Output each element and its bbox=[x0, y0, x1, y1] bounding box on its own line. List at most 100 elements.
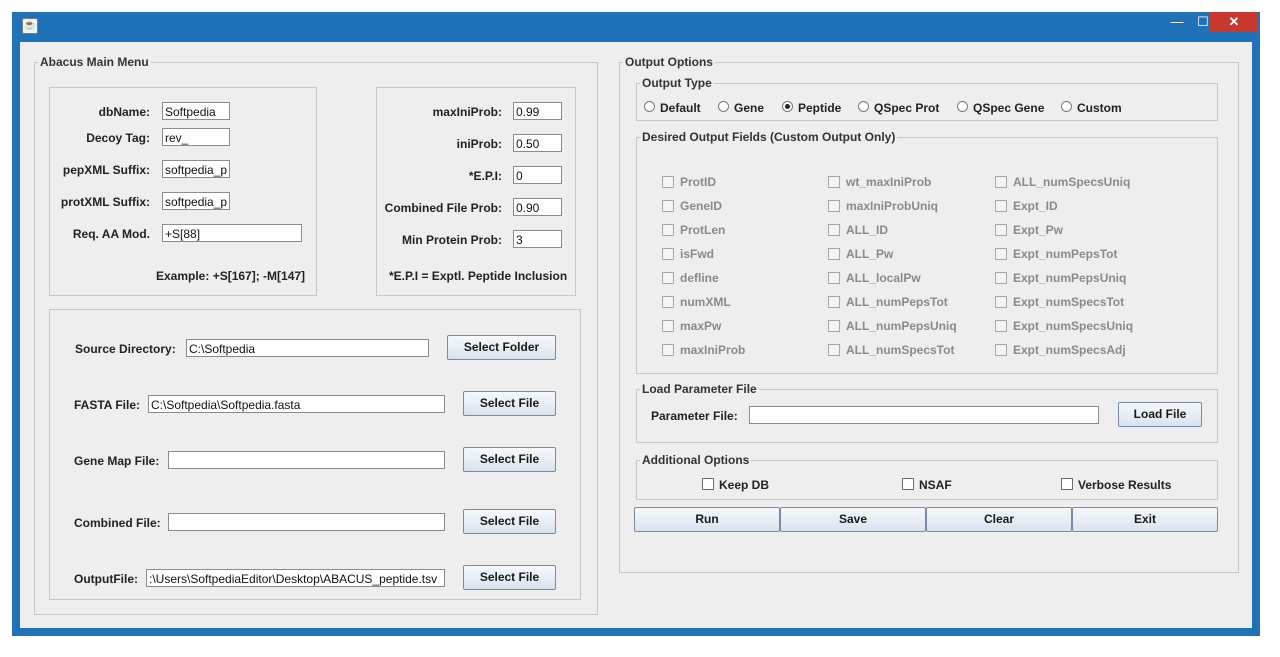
output-field-checkbox[interactable] bbox=[662, 224, 674, 236]
protxml-suffix-input[interactable]: softpedia_p bbox=[162, 192, 230, 210]
exit-button[interactable]: Exit bbox=[1072, 507, 1218, 532]
iniprob-input[interactable]: 0.50 bbox=[513, 134, 562, 152]
output-field-checkbox[interactable] bbox=[995, 344, 1007, 356]
maxiniprob-label: maxIniProb: bbox=[432, 105, 502, 119]
title-bar[interactable]: ☕ — ☐ ✕ bbox=[12, 12, 1260, 42]
epi-note: *E.P.I = Exptl. Peptide Inclusion bbox=[389, 269, 568, 283]
combined-file-input[interactable] bbox=[168, 513, 445, 531]
output-field-label: maxIniProb bbox=[680, 343, 746, 357]
output-field-checkbox[interactable] bbox=[662, 200, 674, 212]
output-field-label: ALL_numSpecsTot bbox=[846, 343, 955, 357]
output-field-label: Expt_ID bbox=[1013, 199, 1058, 213]
output-type-radio-1[interactable] bbox=[718, 101, 729, 112]
output-type-label-2: Peptide bbox=[798, 101, 842, 115]
verbose-results-checkbox[interactable] bbox=[1061, 478, 1073, 490]
app-window: ☕ — ☐ ✕ Abacus Main Menu dbName: Softped… bbox=[12, 12, 1260, 636]
output-field-label: Expt_numSpecsAdj bbox=[1013, 343, 1126, 357]
output-field-checkbox[interactable] bbox=[995, 248, 1007, 260]
output-type-label-5: Custom bbox=[1077, 101, 1122, 115]
output-field-checkbox[interactable] bbox=[828, 176, 840, 188]
select-folder-button[interactable]: Select Folder bbox=[447, 335, 556, 360]
output-fields-panel bbox=[636, 137, 1218, 374]
output-field-label: Expt_Pw bbox=[1013, 223, 1064, 237]
output-field-label: ALL_localPw bbox=[846, 271, 921, 285]
window-client-area: Abacus Main Menu dbName: Softpedia Decoy… bbox=[20, 42, 1252, 628]
minimize-button[interactable]: — bbox=[1164, 12, 1190, 32]
nsaf-label: NSAF bbox=[919, 478, 952, 492]
parameter-file-input[interactable] bbox=[749, 406, 1099, 424]
output-options-title: Output Options bbox=[623, 55, 715, 69]
source-directory-input[interactable]: C:\Softpedia bbox=[186, 339, 429, 357]
parameter-file-label: Parameter File: bbox=[651, 409, 738, 423]
output-field-label: ALL_numPepsTot bbox=[846, 295, 948, 309]
maxiniprob-input[interactable]: 0.99 bbox=[513, 102, 562, 120]
output-field-label: isFwd bbox=[680, 247, 715, 261]
combined-file-prob-input[interactable]: 0.90 bbox=[513, 198, 562, 216]
output-field-label: maxPw bbox=[680, 319, 722, 333]
output-field-checkbox[interactable] bbox=[828, 320, 840, 332]
output-field-checkbox[interactable] bbox=[995, 320, 1007, 332]
close-button[interactable]: ✕ bbox=[1210, 12, 1258, 32]
output-field-checkbox[interactable] bbox=[662, 272, 674, 284]
select-combined-file-button[interactable]: Select File bbox=[463, 509, 556, 534]
output-type-label-1: Gene bbox=[734, 101, 765, 115]
output-field-checkbox[interactable] bbox=[995, 272, 1007, 284]
output-field-label: Expt_numPepsUniq bbox=[1013, 271, 1127, 285]
run-button[interactable]: Run bbox=[634, 507, 780, 532]
output-field-checkbox[interactable] bbox=[828, 296, 840, 308]
select-output-file-button[interactable]: Select File bbox=[463, 565, 556, 590]
source-directory-label: Source Directory: bbox=[75, 342, 176, 356]
output-type-label-4: QSpec Gene bbox=[973, 101, 1045, 115]
pepxml-suffix-label: pepXML Suffix: bbox=[62, 163, 150, 177]
example-text: Example: +S[167]; -M[147] bbox=[156, 269, 306, 283]
output-file-input[interactable]: :\Users\SoftpediaEditor\Desktop\ABACUS_p… bbox=[146, 569, 445, 587]
output-field-label: Expt_numSpecsTot bbox=[1013, 295, 1125, 309]
nsaf-checkbox[interactable] bbox=[902, 478, 914, 490]
output-field-checkbox[interactable] bbox=[828, 272, 840, 284]
output-field-checkbox[interactable] bbox=[662, 296, 674, 308]
gene-map-file-label: Gene Map File: bbox=[74, 454, 160, 468]
req-aa-mod-label: Req. AA Mod. bbox=[72, 227, 150, 241]
output-type-radio-4[interactable] bbox=[957, 101, 968, 112]
db-name-input[interactable]: Softpedia bbox=[162, 102, 230, 120]
output-field-checkbox[interactable] bbox=[828, 248, 840, 260]
output-type-radio-5[interactable] bbox=[1061, 101, 1072, 112]
output-field-checkbox[interactable] bbox=[662, 248, 674, 260]
output-type-radio-2[interactable] bbox=[782, 101, 793, 112]
output-field-checkbox[interactable] bbox=[995, 296, 1007, 308]
output-field-checkbox[interactable] bbox=[995, 176, 1007, 188]
clear-button[interactable]: Clear bbox=[926, 507, 1072, 532]
output-field-checkbox[interactable] bbox=[662, 320, 674, 332]
output-field-checkbox[interactable] bbox=[995, 224, 1007, 236]
output-field-checkbox[interactable] bbox=[828, 344, 840, 356]
output-type-radio-0[interactable] bbox=[644, 101, 655, 112]
decoy-tag-input[interactable]: rev_ bbox=[162, 128, 230, 146]
output-field-checkbox[interactable] bbox=[662, 176, 674, 188]
output-field-checkbox[interactable] bbox=[828, 200, 840, 212]
save-button[interactable]: Save bbox=[780, 507, 926, 532]
output-field-label: wt_maxIniProb bbox=[846, 175, 932, 189]
output-field-label: ALL_Pw bbox=[846, 247, 894, 261]
output-field-label: defline bbox=[680, 271, 719, 285]
epi-label: *E.P.I: bbox=[468, 169, 502, 183]
epi-input[interactable]: 0 bbox=[513, 166, 562, 184]
gene-map-file-input[interactable] bbox=[168, 451, 445, 469]
output-field-label: GeneID bbox=[680, 199, 723, 213]
output-field-checkbox[interactable] bbox=[995, 200, 1007, 212]
output-field-label: ALL_numSpecsUniq bbox=[1013, 175, 1131, 189]
select-fasta-file-button[interactable]: Select File bbox=[463, 391, 556, 416]
select-gene-map-file-button[interactable]: Select File bbox=[463, 447, 556, 472]
req-aa-mod-input[interactable]: +S[88] bbox=[162, 224, 302, 242]
output-type-radio-3[interactable] bbox=[858, 101, 869, 112]
load-file-button[interactable]: Load File bbox=[1118, 402, 1202, 427]
protxml-suffix-label: protXML Suffix: bbox=[60, 195, 150, 209]
output-type-label-3: QSpec Prot bbox=[874, 101, 940, 115]
output-field-checkbox[interactable] bbox=[662, 344, 674, 356]
pepxml-suffix-input[interactable]: softpedia_p bbox=[162, 160, 230, 178]
output-field-checkbox[interactable] bbox=[828, 224, 840, 236]
db-name-label: dbName: bbox=[98, 105, 150, 119]
keep-db-checkbox[interactable] bbox=[702, 478, 714, 490]
output-field-label: ProtLen bbox=[680, 223, 726, 237]
fasta-file-input[interactable]: C:\Softpedia\Softpedia.fasta bbox=[148, 395, 445, 413]
min-protein-prob-input[interactable]: 3 bbox=[513, 230, 562, 248]
